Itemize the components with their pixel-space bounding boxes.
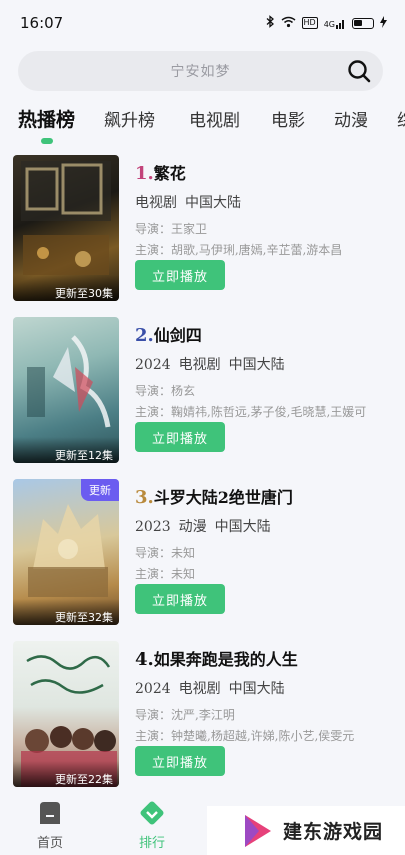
year: 2023 <box>135 519 171 535</box>
tab-indicator <box>41 138 53 144</box>
cast: 主演：未知 <box>135 567 196 581</box>
poster-image[interactable]: 更新至30集 <box>13 155 119 301</box>
nav-home-label: 首页 <box>36 836 63 851</box>
watermark: 建东游戏园 <box>207 806 405 855</box>
item-title[interactable]: 1.繁花 <box>135 160 405 184</box>
update-label: 更新至12集 <box>13 437 119 463</box>
director: 导演：未知 <box>135 546 196 560</box>
tab-hot[interactable]: 热播榜 <box>18 105 75 132</box>
category-tabs: 热播榜 飙升榜 电视剧 电影 动漫 综 <box>0 100 405 148</box>
rank-icon <box>139 800 165 826</box>
title-text: 如果奔跑是我的人生 <box>153 650 298 669</box>
charging-icon <box>380 15 387 31</box>
tab-anime[interactable]: 动漫 <box>334 106 368 131</box>
region: 中国大陆 <box>185 195 241 211</box>
watermark-logo-icon <box>237 811 277 851</box>
item-info: 1.繁花 电视剧 中国大陆 导演：王家卫 主演：胡歌,马伊琍,唐嫣,辛芷蕾,游本昌… <box>135 160 405 290</box>
director: 导演：杨玄 <box>135 384 196 398</box>
item-info: 2.仙剑四 2024 电视剧 中国大陆 导演：杨玄 主演：鞠婧祎,陈哲远,茅子俊,毛… <box>135 322 405 452</box>
list-item[interactable]: 更新 更新至32集 3.斗罗大陆2绝世唐门 2023 动漫 中国大陆 导演：未知 主… <box>13 474 405 625</box>
poster-image[interactable]: 更新至12集 <box>13 317 119 463</box>
item-info: 3.斗罗大陆2绝世唐门 2023 动漫 中国大陆 导演：未知 主演：未知 立即播放 <box>135 484 405 614</box>
genre: 电视剧 <box>178 357 221 373</box>
tab-tv[interactable]: 电视剧 <box>189 106 240 131</box>
genre: 动漫 <box>178 519 207 535</box>
nav-home[interactable]: 首页 <box>20 800 80 851</box>
poster-image[interactable]: 更新至22集 <box>13 641 119 787</box>
item-meta: 2024 电视剧 中国大陆 <box>135 354 405 374</box>
genre: 电视剧 <box>178 681 221 697</box>
update-label: 更新至30集 <box>13 275 119 301</box>
watermark-text: 建东游戏园 <box>283 821 384 843</box>
poster-image[interactable]: 更新 更新至32集 <box>13 479 119 625</box>
item-meta: 2023 动漫 中国大陆 <box>135 516 405 536</box>
rank-number: 2. <box>135 325 154 346</box>
tab-rising[interactable]: 飙升榜 <box>104 106 155 131</box>
director: 导演：王家卫 <box>135 222 208 236</box>
status-time: 16:07 <box>20 14 64 32</box>
item-meta: 2024 电视剧 中国大陆 <box>135 678 405 698</box>
signal-icon: 4G <box>324 18 346 29</box>
search-bar[interactable]: 宁安如梦 <box>18 51 383 91</box>
region: 中国大陆 <box>214 519 271 535</box>
play-button[interactable]: 立即播放 <box>135 584 225 614</box>
title-text: 斗罗大陆2绝世唐门 <box>153 488 293 507</box>
cast: 主演：钟楚曦,杨超越,许娣,陈小艺,侯雯元 <box>135 729 355 743</box>
play-button[interactable]: 立即播放 <box>135 260 225 290</box>
region: 中国大陆 <box>228 357 285 373</box>
item-title[interactable]: 2.仙剑四 <box>135 322 405 346</box>
rank-number: 4. <box>135 649 154 670</box>
list-item[interactable]: 更新至12集 2.仙剑四 2024 电视剧 中国大陆 导演：杨玄 主演：鞠婧祎,陈哲… <box>13 312 405 463</box>
tab-movie[interactable]: 电影 <box>271 106 305 131</box>
home-icon <box>37 800 63 826</box>
update-label: 更新至32集 <box>13 599 119 625</box>
region: 中国大陆 <box>228 681 285 697</box>
item-title[interactable]: 3.斗罗大陆2绝世唐门 <box>135 484 405 508</box>
nav-rank[interactable]: 排行 <box>122 800 182 851</box>
signal-label: 4G <box>323 19 335 29</box>
year: 2024 <box>135 357 171 373</box>
year: 2024 <box>135 681 171 697</box>
play-button[interactable]: 立即播放 <box>135 746 225 776</box>
update-badge: 更新 <box>81 479 119 501</box>
title-text: 繁花 <box>153 164 186 183</box>
bluetooth-icon <box>266 15 275 31</box>
play-button[interactable]: 立即播放 <box>135 422 225 452</box>
status-icons: HD 4G <box>266 15 387 31</box>
hd-icon: HD <box>301 17 318 29</box>
status-bar: 16:07 HD 4G <box>0 0 405 46</box>
item-meta: 电视剧 中国大陆 <box>135 192 405 212</box>
search-icon[interactable] <box>347 59 371 83</box>
list-item[interactable]: 更新至22集 4.如果奔跑是我的人生 2024 电视剧 中国大陆 导演：沈严,李江明… <box>13 636 405 787</box>
title-text: 仙剑四 <box>153 326 202 345</box>
item-title[interactable]: 4.如果奔跑是我的人生 <box>135 646 405 670</box>
tab-variety[interactable]: 综 <box>397 106 405 131</box>
update-label: 更新至22集 <box>13 761 119 787</box>
genre: 电视剧 <box>135 195 177 211</box>
nav-rank-label: 排行 <box>138 836 165 851</box>
cast: 主演：胡歌,马伊琍,唐嫣,辛芷蕾,游本昌 <box>135 243 343 257</box>
rank-number: 1. <box>135 163 154 184</box>
item-info: 4.如果奔跑是我的人生 2024 电视剧 中国大陆 导演：沈严,李江明 主演：钟楚曦… <box>135 646 405 776</box>
list-item[interactable]: 更新至30集 1.繁花 电视剧 中国大陆 导演：王家卫 主演：胡歌,马伊琍,唐嫣,… <box>13 150 405 301</box>
cast: 主演：鞠婧祎,陈哲远,茅子俊,毛晓慧,王媛可 <box>135 405 367 419</box>
director: 导演：沈严,李江明 <box>135 708 235 722</box>
wifi-icon <box>281 16 296 31</box>
search-input[interactable]: 宁安如梦 <box>171 61 231 81</box>
battery-icon <box>352 17 374 29</box>
rank-number: 3. <box>135 487 154 508</box>
